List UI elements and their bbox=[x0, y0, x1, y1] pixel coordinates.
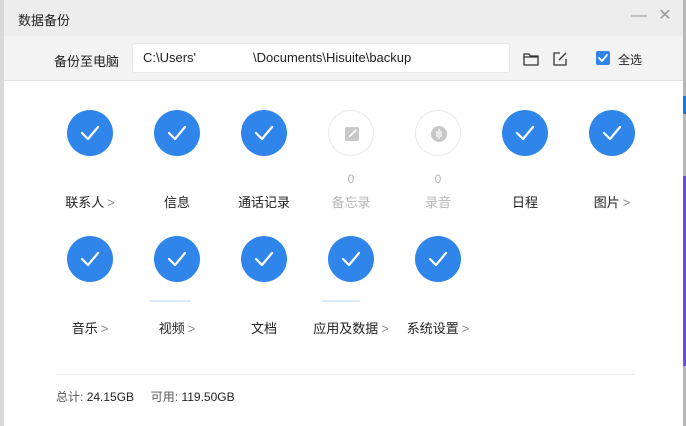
category-label-text: 音乐 bbox=[71, 321, 98, 336]
item-count: 0 bbox=[434, 172, 442, 186]
category-select-toggle[interactable] bbox=[415, 110, 461, 156]
select-all-checkbox[interactable] bbox=[596, 51, 610, 65]
category-label: 应用及数据 > bbox=[307, 318, 395, 337]
scroll-remnant bbox=[149, 300, 191, 302]
window-title: 数据备份 bbox=[18, 13, 71, 28]
category-select-toggle[interactable] bbox=[154, 110, 200, 156]
category-label: 备忘录 bbox=[307, 192, 395, 211]
backup-target-label: 备份至电脑 bbox=[54, 54, 120, 69]
backup-category-item[interactable]: 联系人 > bbox=[46, 110, 132, 220]
minimize-button[interactable]: — bbox=[631, 8, 647, 24]
category-label: 系统设置 > bbox=[394, 318, 482, 337]
category-select-toggle[interactable] bbox=[67, 110, 113, 156]
folder-icon[interactable] bbox=[522, 50, 540, 68]
category-label: 联系人 > bbox=[46, 192, 134, 211]
recording-icon bbox=[431, 126, 447, 142]
chevron-right-icon[interactable]: > bbox=[381, 321, 389, 336]
category-label-text: 通话记录 bbox=[237, 195, 290, 210]
category-label-text: 信息 bbox=[163, 195, 190, 210]
total-value: 24.15GB bbox=[86, 390, 135, 404]
footer-divider bbox=[56, 374, 635, 375]
checkmark-icon bbox=[254, 125, 274, 141]
category-label-text: 联系人 bbox=[65, 195, 105, 210]
category-select-toggle[interactable] bbox=[328, 236, 374, 282]
category-select-toggle[interactable] bbox=[589, 110, 635, 156]
category-label: 视频 > bbox=[133, 318, 221, 337]
checkmark-icon bbox=[428, 251, 448, 267]
available-value: 119.50GB bbox=[181, 390, 235, 404]
category-label: 音乐 > bbox=[46, 318, 134, 337]
category-label-text: 文档 bbox=[250, 321, 277, 336]
backup-category-item[interactable]: 文档 bbox=[220, 236, 306, 346]
category-select-toggle[interactable] bbox=[502, 110, 548, 156]
checkmark-icon bbox=[167, 125, 187, 141]
category-label-text: 备忘录 bbox=[331, 195, 371, 210]
category-label-text: 系统设置 bbox=[406, 321, 459, 336]
memo-icon bbox=[345, 127, 359, 141]
backup-category-item[interactable]: 音乐 > bbox=[46, 236, 132, 346]
category-label: 日程 bbox=[481, 192, 569, 211]
category-select-toggle[interactable] bbox=[67, 236, 113, 282]
checkmark-icon bbox=[167, 251, 187, 267]
category-label-text: 视频 bbox=[158, 321, 185, 336]
category-select-toggle[interactable] bbox=[154, 236, 200, 282]
item-count: 0 bbox=[347, 172, 355, 186]
category-label: 信息 bbox=[133, 192, 221, 211]
category-label-text: 录音 bbox=[424, 195, 451, 210]
backup-category-item[interactable]: 应用及数据 > bbox=[307, 236, 393, 346]
backup-category-item[interactable]: 信息 bbox=[133, 110, 219, 220]
backup-category-item[interactable]: 0 录音 bbox=[394, 110, 480, 220]
storage-summary: 总计: 24.15GB 可用: 119.50GB bbox=[56, 388, 235, 405]
category-label-text: 应用及数据 bbox=[313, 321, 379, 336]
category-select-toggle[interactable] bbox=[241, 236, 287, 282]
path-text-part2: \Documents\Hisuite\backup bbox=[253, 50, 412, 65]
category-select-toggle[interactable] bbox=[415, 236, 461, 282]
checkmark-icon bbox=[602, 125, 622, 141]
select-all-label: 全选 bbox=[618, 53, 643, 67]
checkmark-icon bbox=[80, 251, 100, 267]
category-label: 通话记录 bbox=[220, 192, 308, 211]
category-label: 文档 bbox=[220, 318, 308, 337]
chevron-right-icon[interactable]: > bbox=[623, 195, 631, 210]
chevron-right-icon[interactable]: > bbox=[107, 195, 115, 210]
path-text-part1: C:\Users' bbox=[143, 50, 197, 65]
chevron-right-icon[interactable]: > bbox=[101, 321, 109, 336]
checkmark-icon bbox=[341, 251, 361, 267]
category-label-text: 日程 bbox=[511, 195, 538, 210]
checkmark-icon bbox=[515, 125, 535, 141]
close-button[interactable]: ✕ bbox=[657, 8, 673, 24]
backup-path-bar: 备份至电脑 C:\Users' \Documents\Hisuite\backu… bbox=[4, 36, 683, 81]
backup-category-item[interactable]: 系统设置 > bbox=[394, 236, 480, 346]
total-label: 总计: bbox=[56, 390, 84, 404]
backup-category-item[interactable]: 日程 bbox=[481, 110, 567, 220]
backup-category-item[interactable]: 0 备忘录 bbox=[307, 110, 393, 220]
category-select-toggle[interactable] bbox=[241, 110, 287, 156]
backup-category-item[interactable]: 视频 > bbox=[133, 236, 219, 346]
backup-path-field[interactable]: C:\Users' \Documents\Hisuite\backup bbox=[132, 43, 510, 73]
checkmark-icon bbox=[80, 125, 100, 141]
title-bar: 数据备份 — ✕ bbox=[4, 0, 683, 36]
available-label: 可用: bbox=[150, 390, 179, 404]
category-select-toggle[interactable] bbox=[328, 110, 374, 156]
category-label: 图片 > bbox=[568, 192, 656, 211]
chevron-right-icon[interactable]: > bbox=[188, 321, 196, 336]
backup-category-item[interactable]: 通话记录 bbox=[220, 110, 306, 220]
category-label-text: 图片 bbox=[593, 195, 620, 210]
edit-icon[interactable] bbox=[551, 50, 569, 68]
category-label: 录音 bbox=[394, 192, 482, 211]
checkmark-icon bbox=[598, 54, 608, 62]
scroll-remnant bbox=[322, 300, 360, 302]
checkmark-icon bbox=[254, 251, 274, 267]
chevron-right-icon[interactable]: > bbox=[462, 321, 470, 336]
backup-category-item[interactable]: 图片 > bbox=[568, 110, 654, 220]
backup-window: 数据备份 — ✕ 备份至电脑 C:\Users' \Documents\Hisu… bbox=[0, 0, 686, 426]
